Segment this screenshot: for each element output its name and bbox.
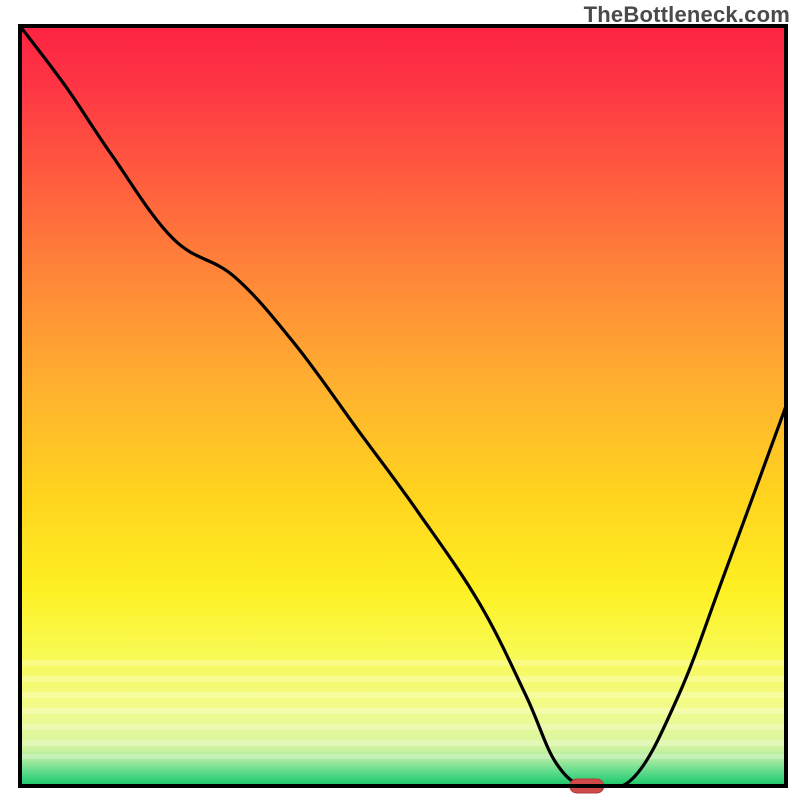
watermark-text: TheBottleneck.com — [584, 2, 790, 28]
chart-container: TheBottleneck.com — [0, 0, 800, 800]
bottleneck-chart — [0, 0, 800, 800]
gradient-background — [20, 26, 786, 786]
